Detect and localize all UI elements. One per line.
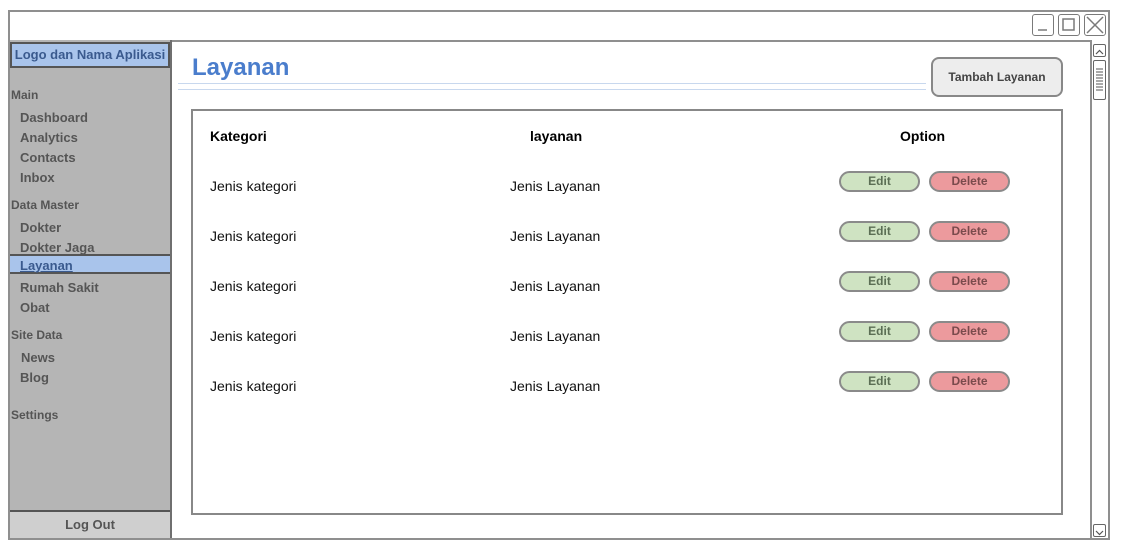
maximize-icon bbox=[1062, 18, 1075, 31]
sidebar-item-news[interactable]: News bbox=[21, 350, 55, 365]
scroll-up-button[interactable] bbox=[1093, 44, 1106, 57]
sidebar-item-dashboard[interactable]: Dashboard bbox=[20, 110, 88, 125]
page-title: Layanan bbox=[192, 54, 290, 81]
sidebar-section-settings[interactable]: Settings bbox=[11, 408, 58, 422]
sidebar-section-data-master: Data Master bbox=[11, 198, 80, 212]
scroll-thumb[interactable] bbox=[1093, 60, 1106, 100]
close-button[interactable] bbox=[1084, 14, 1106, 36]
delete-button[interactable]: Delete bbox=[929, 171, 1010, 192]
chevron-down-icon bbox=[1095, 530, 1104, 536]
cell-layanan: Jenis Layanan bbox=[510, 328, 601, 344]
cell-kategori: Jenis kategori bbox=[210, 228, 297, 244]
sidebar-item-contacts[interactable]: Contacts bbox=[20, 150, 76, 165]
title-bar bbox=[10, 12, 1108, 42]
logout-button[interactable]: Log Out bbox=[10, 510, 170, 538]
edit-button[interactable]: Edit bbox=[839, 321, 920, 342]
chevron-up-icon bbox=[1095, 49, 1104, 55]
cell-kategori: Jenis kategori bbox=[210, 178, 297, 194]
delete-button[interactable]: Delete bbox=[929, 371, 1010, 392]
sidebar-item-blog[interactable]: Blog bbox=[20, 370, 49, 385]
sidebar-item-dokter[interactable]: Dokter bbox=[20, 220, 61, 235]
sidebar-item-dokter-jaga[interactable]: Dokter Jaga bbox=[20, 240, 94, 255]
minimize-icon bbox=[1038, 29, 1047, 31]
sidebar-item-analytics[interactable]: Analytics bbox=[20, 130, 78, 145]
edit-button[interactable]: Edit bbox=[839, 221, 920, 242]
sidebar-item-rumah-sakit[interactable]: Rumah Sakit bbox=[20, 280, 99, 295]
column-header-layanan: layanan bbox=[530, 128, 583, 144]
column-header-option: Option bbox=[900, 128, 946, 144]
sidebar-section-site-data: Site Data bbox=[11, 328, 63, 342]
sidebar-section-main: Main bbox=[11, 88, 39, 102]
cell-kategori: Jenis kategori bbox=[210, 378, 297, 394]
vertical-scrollbar[interactable] bbox=[1090, 40, 1108, 538]
sidebar: Logo dan Nama Aplikasi Main Dashboard An… bbox=[10, 40, 172, 538]
title-divider-secondary bbox=[178, 89, 926, 90]
cell-layanan: Jenis Layanan bbox=[510, 178, 601, 194]
title-divider bbox=[178, 83, 926, 84]
app-logo: Logo dan Nama Aplikasi bbox=[10, 42, 170, 68]
sidebar-item-obat[interactable]: Obat bbox=[20, 300, 50, 315]
edit-button[interactable]: Edit bbox=[839, 371, 920, 392]
cell-kategori: Jenis kategori bbox=[210, 278, 297, 294]
grip-icon bbox=[1096, 68, 1103, 91]
close-icon bbox=[1086, 16, 1104, 34]
layanan-table bbox=[191, 109, 1063, 515]
sidebar-item-layanan[interactable]: Layanan bbox=[10, 254, 170, 274]
edit-button[interactable]: Edit bbox=[839, 271, 920, 292]
cell-layanan: Jenis Layanan bbox=[510, 278, 601, 294]
minimize-button[interactable] bbox=[1032, 14, 1054, 36]
scroll-down-button[interactable] bbox=[1093, 524, 1106, 537]
cell-kategori: Jenis kategori bbox=[210, 328, 297, 344]
delete-button[interactable]: Delete bbox=[929, 221, 1010, 242]
maximize-button[interactable] bbox=[1058, 14, 1080, 36]
delete-button[interactable]: Delete bbox=[929, 321, 1010, 342]
edit-button[interactable]: Edit bbox=[839, 171, 920, 192]
cell-layanan: Jenis Layanan bbox=[510, 228, 601, 244]
sidebar-item-inbox[interactable]: Inbox bbox=[20, 170, 55, 185]
delete-button[interactable]: Delete bbox=[929, 271, 1010, 292]
column-header-kategori: Kategori bbox=[210, 128, 267, 144]
cell-layanan: Jenis Layanan bbox=[510, 378, 601, 394]
add-layanan-button[interactable]: Tambah Layanan bbox=[931, 57, 1063, 97]
